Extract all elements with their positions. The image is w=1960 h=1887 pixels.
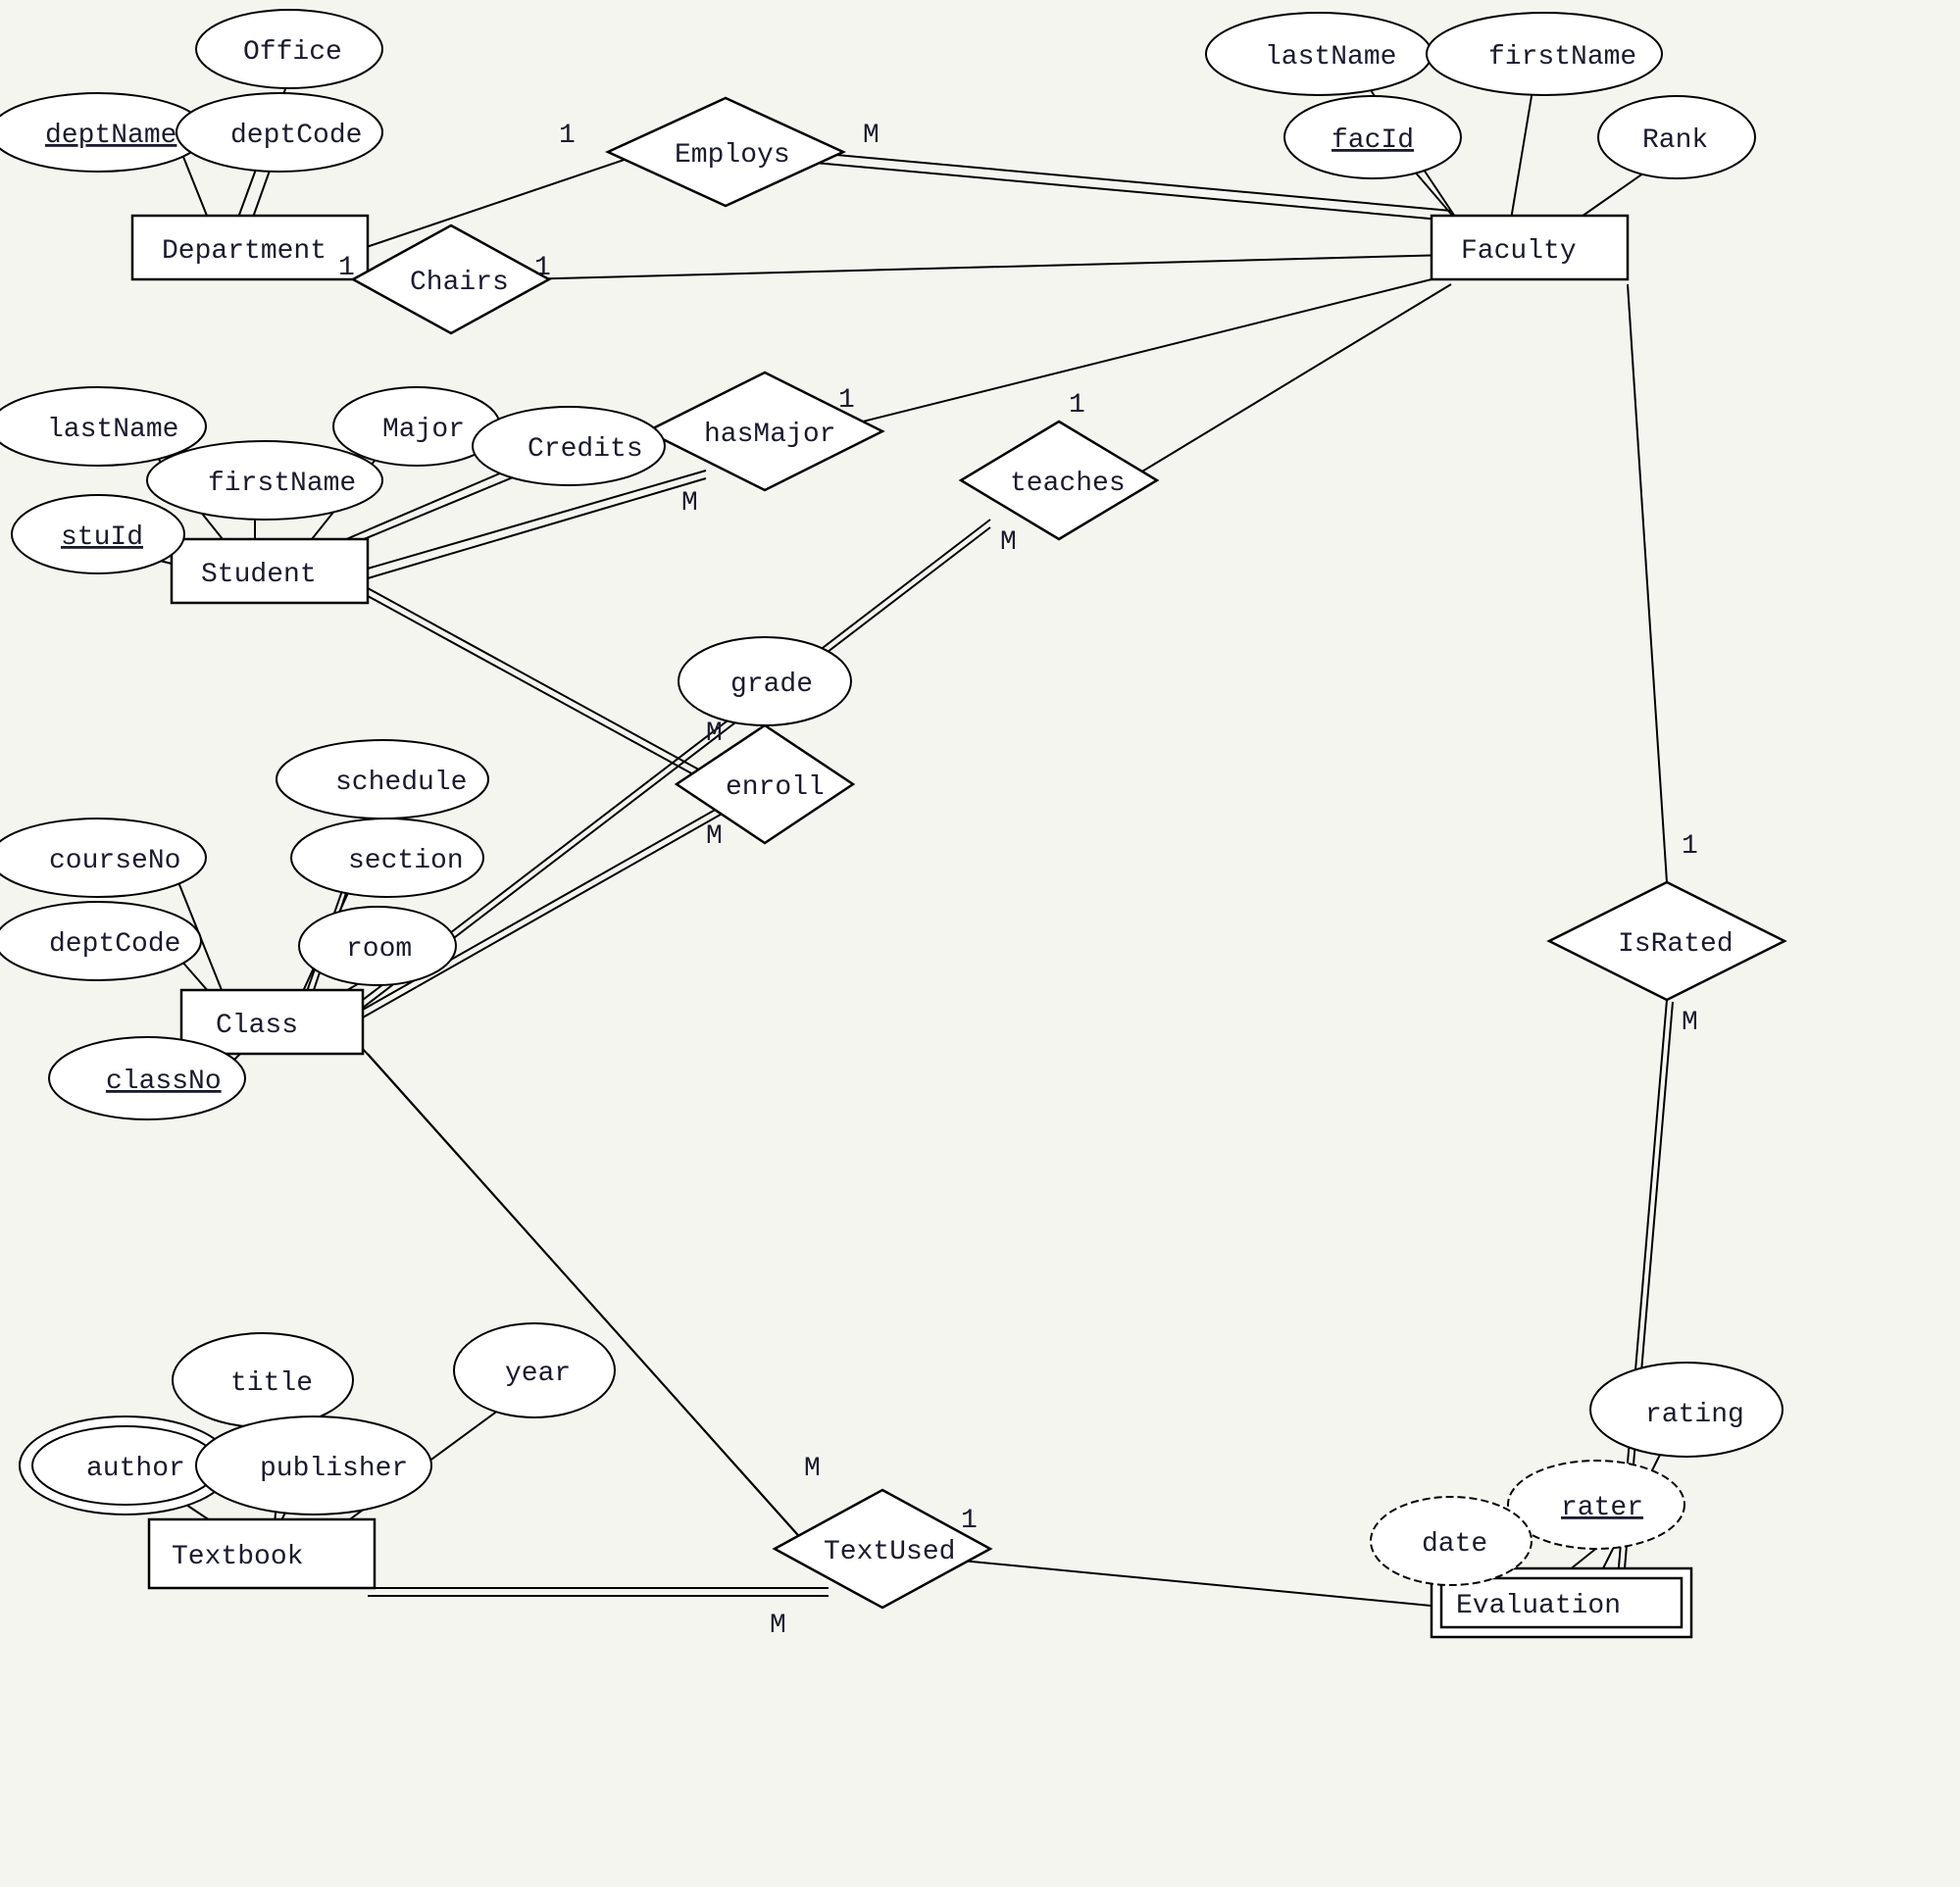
attr-grade-label: grade xyxy=(730,670,813,700)
card-chairs-1a: 1 xyxy=(338,253,355,283)
card-israted-m: M xyxy=(1682,1008,1698,1038)
attr-stu-firstname-label: firstName xyxy=(208,469,356,499)
rel-chairs-label: Chairs xyxy=(410,268,509,298)
attr-stu-lastname-label: lastName xyxy=(47,415,178,445)
card-israted-1: 1 xyxy=(1682,831,1698,862)
entity-textbook-label: Textbook xyxy=(172,1542,303,1572)
attr-room-label: room xyxy=(346,934,412,965)
card-hasmajor-1: 1 xyxy=(838,385,855,416)
rel-employs-label: Employs xyxy=(675,140,790,171)
card-enroll-ms: M xyxy=(706,719,723,749)
card-chairs-1b: 1 xyxy=(534,253,551,283)
entity-faculty-label: Faculty xyxy=(1461,236,1577,267)
attr-publisher-label: publisher xyxy=(260,1454,408,1484)
attr-fac-lastname-label: lastName xyxy=(1265,42,1396,73)
card-textused-1: 1 xyxy=(961,1506,978,1536)
rel-textused-label: TextUsed xyxy=(824,1537,955,1567)
attr-title-label: title xyxy=(230,1368,313,1399)
attr-rating-label: rating xyxy=(1645,1400,1744,1430)
attr-cls-deptcode-label: deptCode xyxy=(49,929,180,960)
card-teaches-m: M xyxy=(1000,527,1017,558)
rel-enroll-label: enroll xyxy=(726,772,825,803)
attr-courseno-label: courseNo xyxy=(49,846,180,876)
card-textused-m1: M xyxy=(804,1454,821,1484)
entity-department-label: Department xyxy=(162,236,327,267)
card-employs-1: 1 xyxy=(559,121,576,151)
attr-schedule-label: schedule xyxy=(335,768,467,798)
attr-facid-label: facId xyxy=(1332,125,1414,156)
attr-credits-label: Credits xyxy=(528,434,643,465)
entity-evaluation-label: Evaluation xyxy=(1456,1591,1621,1621)
attr-office-label: Office xyxy=(243,37,342,68)
attr-stuid-label: stuId xyxy=(61,522,143,553)
attr-rater-label: rater xyxy=(1561,1493,1643,1523)
card-teaches-1: 1 xyxy=(1069,390,1085,421)
attr-deptname-label: deptName xyxy=(45,121,176,151)
card-enroll-mc: M xyxy=(706,821,723,852)
attr-rank-label: Rank xyxy=(1642,125,1708,156)
attr-classno-label: classNo xyxy=(106,1067,222,1097)
entity-student-label: Student xyxy=(201,560,317,590)
card-textused-m2: M xyxy=(770,1611,786,1641)
card-hasmajor-m: M xyxy=(681,488,698,519)
rel-teaches-label: teaches xyxy=(1010,469,1126,499)
card-employs-m: M xyxy=(863,121,879,151)
attr-section-label: section xyxy=(348,846,464,876)
attr-major-label: Major xyxy=(382,415,465,445)
rel-israted-label: IsRated xyxy=(1618,929,1734,960)
attr-fac-firstname-label: firstName xyxy=(1488,42,1636,73)
attr-year-label: year xyxy=(505,1359,571,1389)
attr-deptcode-label: deptCode xyxy=(230,121,362,151)
attr-author-label: author xyxy=(86,1454,185,1484)
rel-hasmajor-label: hasMajor xyxy=(704,420,835,450)
entity-class-label: Class xyxy=(216,1011,298,1041)
attr-date-label: date xyxy=(1422,1529,1487,1560)
